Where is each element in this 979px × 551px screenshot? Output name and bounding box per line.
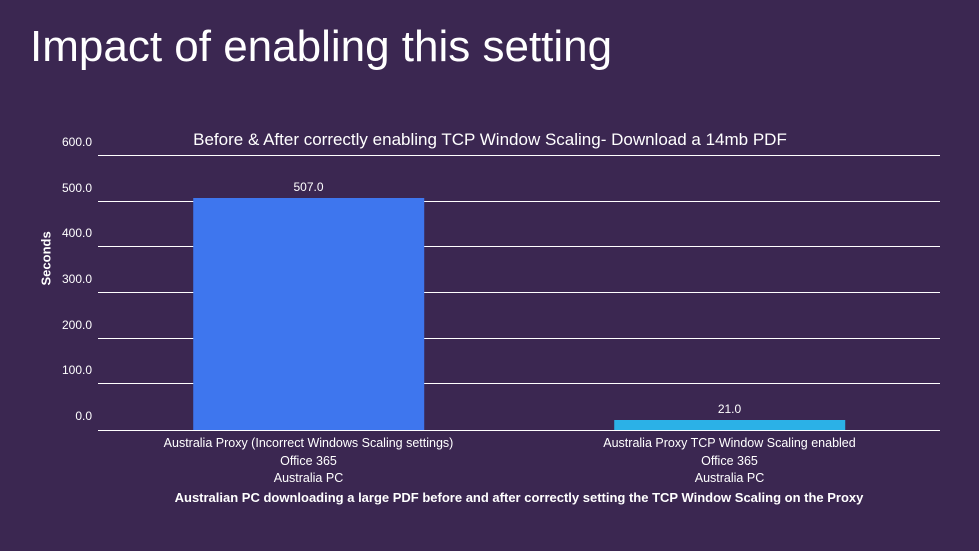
- x-cat-line2: Office 365: [98, 453, 519, 471]
- x-category: Australia Proxy (Incorrect Windows Scali…: [98, 431, 519, 488]
- y-tick: 100.0: [50, 363, 92, 377]
- chart-container: Before & After correctly enabling TCP Wi…: [40, 130, 940, 505]
- bar-before: 507.0: [193, 198, 425, 430]
- bar-slot: 507.0: [98, 156, 519, 430]
- x-axis: Australia Proxy (Incorrect Windows Scali…: [98, 431, 940, 488]
- x-cat-line1: Australia Proxy TCP Window Scaling enabl…: [603, 436, 855, 450]
- x-category: Australia Proxy TCP Window Scaling enabl…: [519, 431, 940, 488]
- bar-value-label: 21.0: [614, 402, 846, 416]
- y-tick: 400.0: [50, 226, 92, 240]
- x-cat-line1: Australia Proxy (Incorrect Windows Scali…: [164, 436, 454, 450]
- x-cat-line2: Office 365: [519, 453, 940, 471]
- chart-title: Before & After correctly enabling TCP Wi…: [40, 130, 940, 150]
- slide-title: Impact of enabling this setting: [0, 0, 979, 72]
- y-tick: 300.0: [50, 272, 92, 286]
- x-cat-line3: Australia PC: [98, 470, 519, 488]
- y-tick: 600.0: [50, 135, 92, 149]
- bar-slot: 21.0: [519, 156, 940, 430]
- y-tick: 200.0: [50, 318, 92, 332]
- y-tick: 0.0: [50, 409, 92, 423]
- bar-after: 21.0: [614, 420, 846, 430]
- chart-plot-area: Seconds 600.0 500.0 400.0 300.0 200.0 10…: [98, 156, 940, 431]
- x-cat-line3: Australia PC: [519, 470, 940, 488]
- chart-caption: Australian PC downloading a large PDF be…: [98, 490, 940, 505]
- y-tick: 500.0: [50, 181, 92, 195]
- bar-value-label: 507.0: [193, 180, 425, 194]
